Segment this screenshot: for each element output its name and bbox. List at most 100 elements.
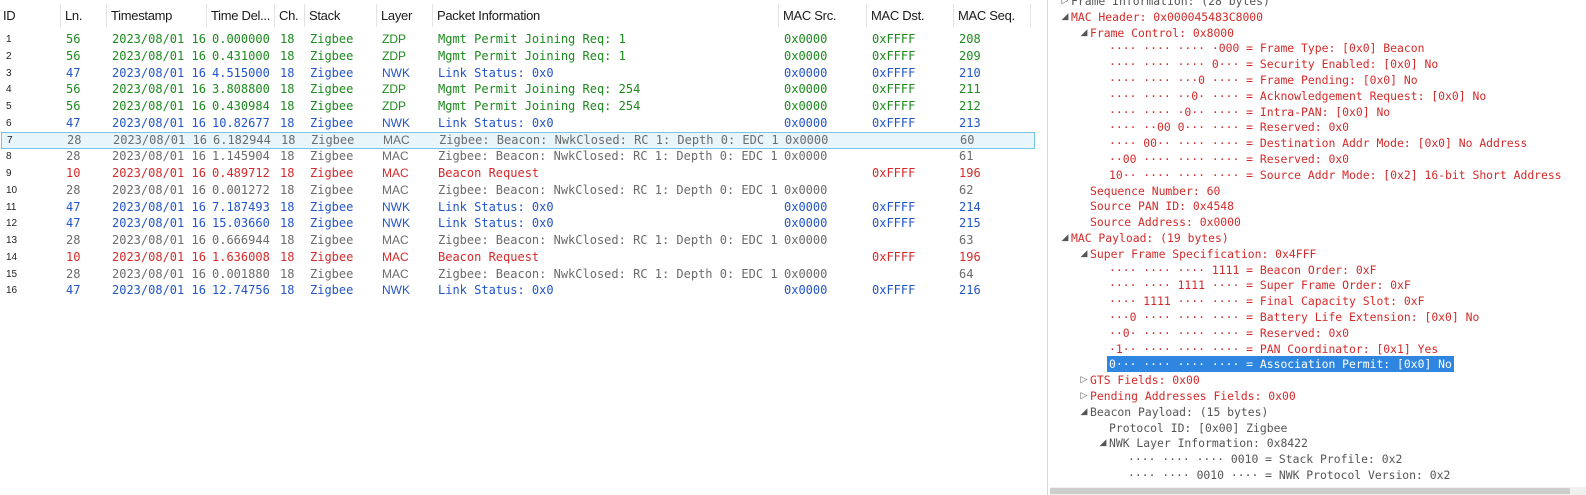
table-row[interactable]: 6 47 2023/08/01 16 10.82677 18 Zigbee NWK Link …: [0, 115, 1036, 132]
table-row[interactable]: 1 56 2023/08/01 16 0.000000 18 Zigbee ZDP Mgmt …: [0, 31, 1036, 48]
tree-collapsed-icon[interactable]: ▷: [1079, 372, 1089, 388]
tree-node[interactable]: ···· ···· 0010 ···· = NWK Protocol Versi…: [1050, 467, 1586, 483]
cell-id: 3: [6, 67, 12, 79]
tree-node[interactable]: ◢ MAC Payload: (19 bytes): [1050, 230, 1586, 246]
cell-timestamp: 2023/08/01 16: [112, 32, 206, 46]
tree-expanded-icon[interactable]: ◢: [1079, 246, 1089, 262]
tree-node-label: Source Address: 0x0000: [1090, 215, 1241, 230]
tree-node-selected[interactable]: 0··· ···· ···· ···· = Association Permit…: [1050, 356, 1586, 373]
tree-node[interactable]: ···· 00·· ···· ···· = Destination Addr M…: [1050, 135, 1586, 151]
column-separator[interactable]: [60, 4, 61, 27]
tree-node[interactable]: ◢ Frame Control: 0x8000: [1050, 25, 1586, 41]
column-separator[interactable]: [1030, 4, 1031, 27]
column-header-mac-seq[interactable]: MAC Seq.: [955, 0, 1030, 31]
column-header-timestamp[interactable]: Timestamp: [108, 0, 206, 31]
tree-node[interactable]: Source Address: 0x0000: [1050, 214, 1586, 230]
tree-expanded-icon[interactable]: ◢: [1098, 435, 1108, 451]
tree-node[interactable]: ···· ···· 1111 ···· = Super Frame Order:…: [1050, 277, 1586, 293]
tree-node[interactable]: ·1·· ···· ···· ···· = PAN Coordinator: […: [1050, 341, 1586, 357]
tree-node[interactable]: 10·· ···· ···· ···· = Source Addr Mode: …: [1050, 167, 1586, 183]
tree-node[interactable]: ◢ Super Frame Specification: 0x4FFF: [1050, 246, 1586, 262]
table-row[interactable]: 5 56 2023/08/01 16 0.430984 18 Zigbee ZDP Mgmt …: [0, 98, 1036, 115]
tree-node[interactable]: ◢ MAC Header: 0x000045483C8000: [1050, 9, 1586, 25]
table-row[interactable]: 14 10 2023/08/01 16 1.636008 18 Zigbee MAC Beac…: [0, 249, 1036, 266]
table-row[interactable]: 7 28 2023/08/01 16 6.182944 18 Zigbee MAC Zigbe…: [1, 131, 1035, 149]
tree-node[interactable]: ▷ Frame Information: (28 bytes): [1050, 0, 1586, 9]
tree-node[interactable]: ···· ···· ···· 1111 = Beacon Order: 0xF: [1050, 262, 1586, 278]
column-header-mac-src[interactable]: MAC Src.: [780, 0, 866, 31]
column-separator[interactable]: [206, 4, 207, 27]
tree-expanded-icon[interactable]: ◢: [1060, 230, 1070, 246]
tree-node-label: Sequence Number: 60: [1090, 183, 1221, 198]
cell-mac-dst: 0xFFFF: [872, 65, 916, 80]
column-separator[interactable]: [376, 4, 377, 27]
column-separator[interactable]: [274, 4, 275, 27]
column-separator[interactable]: [778, 4, 779, 27]
table-row[interactable]: 2 56 2023/08/01 16 0.431000 18 Zigbee ZDP Mgmt …: [0, 48, 1036, 65]
tree-node[interactable]: Protocol ID: [0x00] Zigbee: [1050, 420, 1586, 436]
table-row[interactable]: 12 47 2023/08/01 16 15.03660 18 Zigbee NWK Link…: [0, 215, 1036, 232]
cell-mac-seq: 64: [959, 266, 974, 281]
column-header-channel[interactable]: Ch.: [276, 0, 304, 31]
cell-packet-information: Zigbee: Beacon: NwkClosed: RC 1: Depth 0…: [439, 132, 779, 147]
cell-time-delta: 1.145904: [212, 149, 270, 164]
cell-packet-information: Zigbee: Beacon: NwkClosed: RC 1: Depth 0…: [438, 149, 778, 164]
tree-collapsed-icon[interactable]: ▷: [1060, 0, 1070, 9]
scrollbar-thumb[interactable]: [1050, 488, 1570, 494]
tree-expanded-icon[interactable]: ◢: [1079, 25, 1089, 41]
tree-node[interactable]: ◢ Beacon Payload: (15 bytes): [1050, 404, 1586, 420]
table-row[interactable]: 11 47 2023/08/01 16 7.187493 18 Zigbee NWK Link…: [0, 199, 1036, 216]
tree-node[interactable]: ◢ NWK Layer Information: 0x8422: [1050, 435, 1586, 451]
tree-node[interactable]: ···· ···· ·0·· ···· = Intra-PAN: [0x0] N…: [1050, 104, 1586, 120]
detail-horizontal-scrollbar[interactable]: [1050, 487, 1586, 495]
column-separator[interactable]: [304, 4, 305, 27]
column-header-layer[interactable]: Layer: [378, 0, 432, 31]
cell-id: 5: [6, 101, 12, 112]
tree-node[interactable]: ···· ···· ···0 ···· = Frame Pending: [0x…: [1050, 72, 1586, 88]
tree-expanded-icon[interactable]: ◢: [1079, 404, 1089, 420]
tree-node[interactable]: ···· ···· ··0· ···· = Acknowledgement Re…: [1050, 88, 1586, 104]
column-header-mac-dst[interactable]: MAC Dst.: [868, 0, 953, 31]
table-row[interactable]: 16 47 2023/08/01 16 12.74756 18 Zigbee NWK Link…: [0, 282, 1036, 299]
cell-packet-information: Link Status: 0x0: [438, 216, 554, 231]
column-header-length[interactable]: Ln.: [62, 0, 106, 31]
table-row[interactable]: 9 10 2023/08/01 16 0.489712 18 Zigbee MAC Beaco…: [0, 165, 1036, 182]
column-header-id[interactable]: ID: [0, 0, 60, 31]
tree-node[interactable]: ···· ···· ···· 0010 = Stack Profile: 0x2: [1050, 451, 1586, 467]
column-separator[interactable]: [953, 4, 954, 27]
tree-node[interactable]: Source PAN ID: 0x4548: [1050, 198, 1586, 214]
table-row[interactable]: 13 28 2023/08/01 16 0.666944 18 Zigbee MAC Zigb…: [0, 232, 1036, 249]
table-row[interactable]: 8 28 2023/08/01 16 1.145904 18 Zigbee MAC Zigbe…: [0, 148, 1036, 165]
tree-node[interactable]: ▷ GTS Fields: 0x00: [1050, 372, 1586, 388]
cell-id: 15: [6, 268, 18, 280]
tree-expanded-icon[interactable]: ◢: [1060, 9, 1070, 25]
pane-splitter[interactable]: [1047, 0, 1048, 495]
table-row[interactable]: 3 47 2023/08/01 16 4.515000 18 Zigbee NWK Link …: [0, 65, 1036, 82]
column-header-packet-information[interactable]: Packet Information: [434, 0, 778, 31]
column-separator[interactable]: [432, 4, 433, 27]
packet-list[interactable]: ID Ln. Timestamp Time Del... Ch. Stack Layer Pa…: [0, 0, 1036, 495]
tree-node[interactable]: ···· ··00 0··· ···· = Reserved: 0x0: [1050, 119, 1586, 135]
column-separator[interactable]: [106, 4, 107, 27]
tree-node[interactable]: ··00 ···· ···· ···· = Reserved: 0x0: [1050, 151, 1586, 167]
tree-node[interactable]: ···· ···· ···· 0··· = Security Enabled: …: [1050, 56, 1586, 72]
cell-id: 6: [6, 117, 12, 129]
tree-node-label: MAC Payload: (19 bytes): [1071, 231, 1229, 245]
column-header-time-delta[interactable]: Time Del...: [208, 0, 274, 31]
tree-node[interactable]: ···0 ···· ···· ···· = Battery Life Exten…: [1050, 309, 1586, 325]
column-separator[interactable]: [866, 4, 867, 27]
table-row[interactable]: 10 28 2023/08/01 16 0.001272 18 Zigbee MAC Zigb…: [0, 182, 1036, 199]
tree-collapsed-icon[interactable]: ▷: [1079, 388, 1089, 404]
table-row[interactable]: 15 28 2023/08/01 16 0.001880 18 Zigbee MAC Zigb…: [0, 266, 1036, 283]
column-header-stack[interactable]: Stack: [306, 0, 376, 31]
tree-node[interactable]: ···· 1111 ···· ···· = Final Capacity Slo…: [1050, 293, 1586, 309]
tree-node[interactable]: ···· ···· ···· ·000 = Frame Type: [0x0] …: [1050, 40, 1586, 56]
table-row[interactable]: 4 56 2023/08/01 16 3.808800 18 Zigbee ZDP Mgmt …: [0, 81, 1036, 98]
tree-node[interactable]: ▷ Pending Addresses Fields: 0x00: [1050, 388, 1586, 404]
tree-node[interactable]: Sequence Number: 60: [1050, 183, 1586, 199]
cell-timestamp: 2023/08/01 16: [112, 182, 206, 197]
cell-stack: Zigbee: [310, 48, 354, 63]
packet-detail-tree[interactable]: ▷ Frame Information: (28 bytes) ◢ MAC Heade…: [1050, 0, 1586, 487]
cell-timestamp: 2023/08/01 16: [113, 132, 207, 147]
tree-node[interactable]: ··0· ···· ···· ···· = Reserved: 0x0: [1050, 325, 1586, 341]
